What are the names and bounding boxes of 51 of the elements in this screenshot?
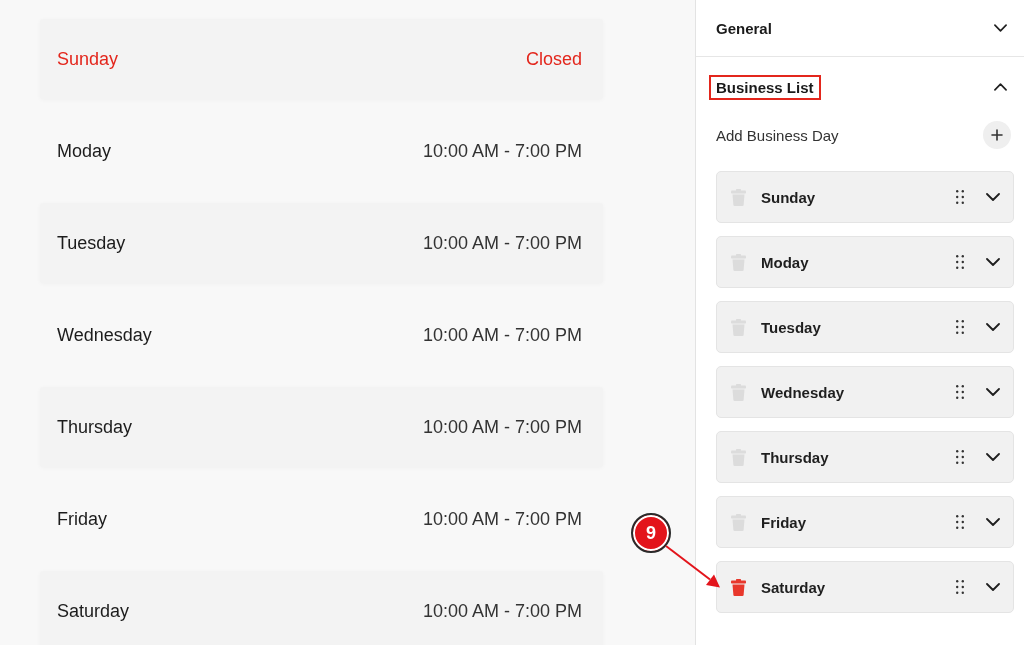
trash-icon[interactable] [731, 578, 746, 596]
item-title: Friday [761, 514, 807, 530]
chevron-down-icon[interactable] [986, 193, 1000, 201]
day-label: Friday [57, 510, 107, 528]
section-title: General [715, 18, 773, 39]
day-label: Tuesday [57, 234, 126, 252]
add-day-label: Add Business Day [716, 127, 839, 143]
business-day-item[interactable]: Friday [716, 496, 1014, 548]
plus-icon[interactable] [983, 121, 1011, 149]
section-title: Business List [709, 74, 821, 100]
drag-handle-icon[interactable] [956, 385, 964, 399]
drag-handle-icon[interactable] [956, 580, 964, 594]
business-day-item[interactable]: Saturday [716, 561, 1014, 613]
annotation-arrow [665, 545, 721, 589]
chevron-down-icon[interactable] [986, 323, 1000, 331]
business-day-item[interactable]: Moday [716, 236, 1014, 288]
chevron-down-icon[interactable] [986, 388, 1000, 396]
chevron-down-icon[interactable] [986, 258, 1000, 266]
drag-handle-icon[interactable] [956, 255, 964, 269]
business-day-item[interactable]: Thursday [716, 431, 1014, 483]
hours-label: 10:00 AM - 7:00 PM [422, 510, 582, 528]
hours-label: Closed [525, 50, 582, 68]
item-title: Sunday [761, 189, 817, 205]
chevron-up-icon[interactable] [994, 83, 1007, 91]
chevron-down-icon[interactable] [994, 24, 1007, 32]
chevron-down-icon[interactable] [986, 583, 1000, 591]
business-day-item[interactable]: Sunday [716, 171, 1014, 223]
chevron-down-icon[interactable] [986, 518, 1000, 526]
hours-label: 10:00 AM - 7:00 PM [422, 602, 582, 620]
day-label: Moday [57, 142, 112, 160]
hours-label: 10:00 AM - 7:00 PM [422, 418, 582, 436]
drag-handle-icon[interactable] [956, 515, 964, 529]
item-title: Wednesday [761, 384, 846, 400]
drag-handle-icon[interactable] [956, 320, 964, 334]
hours-label: 10:00 AM - 7:00 PM [422, 326, 582, 344]
hours-label: 10:00 AM - 7:00 PM [422, 142, 582, 160]
business-day-item[interactable]: Wednesday [716, 366, 1014, 418]
day-label: Wednesday [57, 326, 152, 344]
day-label: Sunday [57, 50, 119, 68]
day-label: Thursday [57, 418, 133, 436]
item-title: Saturday [761, 579, 827, 595]
item-title: Moday [761, 254, 810, 270]
drag-handle-icon[interactable] [956, 190, 964, 204]
drag-handle-icon[interactable] [956, 450, 964, 464]
step-number-marker: 9 [631, 513, 671, 553]
day-label: Saturday [57, 602, 130, 620]
business-day-item[interactable]: Tuesday [716, 301, 1014, 353]
item-title: Tuesday [761, 319, 822, 335]
chevron-down-icon[interactable] [986, 453, 1000, 461]
hours-label: 10:00 AM - 7:00 PM [422, 234, 582, 252]
item-title: Thursday [761, 449, 830, 465]
